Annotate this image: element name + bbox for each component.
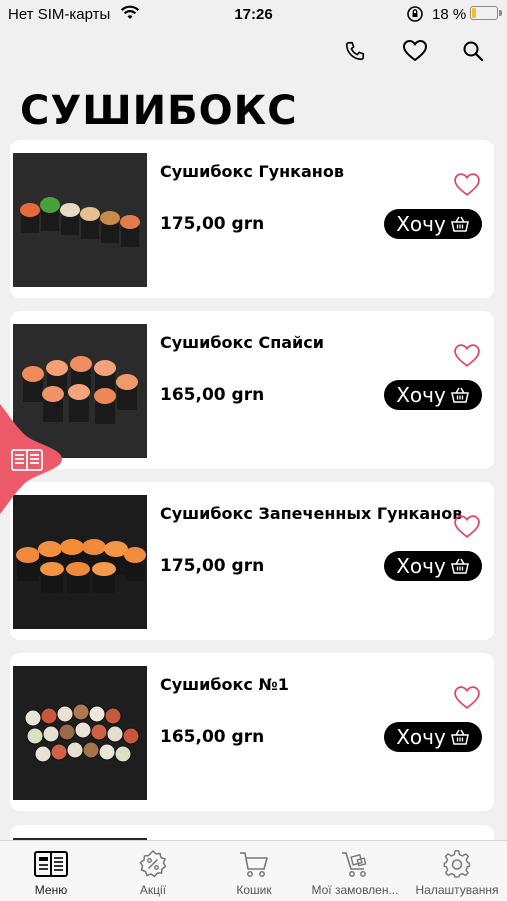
gear-icon	[442, 848, 472, 880]
tab-promotions-label: Акції	[139, 883, 167, 897]
product-price: 175,00 grn	[160, 214, 265, 234]
add-to-cart-button[interactable]: Хочу	[384, 209, 482, 239]
clock: 17:26	[234, 6, 273, 23]
search-button[interactable]	[458, 38, 488, 68]
product-name: Сушибокс Запеченных Гунканов	[160, 504, 463, 523]
favorite-button[interactable]	[452, 343, 482, 369]
bottom-tab-bar: Меню Акції Кошик Мої замовлен... Налашту…	[0, 840, 507, 901]
menu-book-icon	[33, 848, 69, 880]
heart-outline-icon	[454, 344, 480, 367]
product-price: 165,00 grn	[160, 727, 265, 747]
basket-icon	[450, 729, 469, 745]
heart-outline-icon	[454, 686, 480, 709]
status-bar: Нет SIM-карты 17:26 18 %	[0, 0, 507, 30]
add-to-cart-label: Хочу	[396, 212, 446, 236]
favorites-button[interactable]	[400, 38, 430, 68]
discount-badge-icon	[138, 848, 168, 880]
favorite-button[interactable]	[452, 514, 482, 540]
catalog-side-tab[interactable]	[0, 404, 62, 514]
add-to-cart-button[interactable]: Хочу	[384, 380, 482, 410]
add-to-cart-label: Хочу	[396, 554, 446, 578]
product-photo	[13, 666, 147, 800]
phone-icon	[344, 40, 366, 67]
product-name: Сушибокс №1	[160, 675, 289, 694]
tab-menu[interactable]: Меню	[20, 841, 82, 901]
tab-cart[interactable]: Кошик	[222, 841, 286, 901]
product-photo	[13, 153, 147, 287]
heart-outline-icon	[454, 515, 480, 538]
tab-settings-label: Налаштування	[415, 883, 499, 897]
basket-icon	[450, 558, 469, 574]
tab-menu-label: Меню	[34, 883, 68, 897]
favorite-button[interactable]	[452, 685, 482, 711]
add-to-cart-button[interactable]: Хочу	[384, 551, 482, 581]
product-price: 165,00 grn	[160, 385, 265, 405]
basket-icon	[450, 387, 469, 403]
product-photo	[13, 495, 147, 629]
tab-cart-label: Кошик	[236, 883, 272, 897]
add-to-cart-label: Хочу	[396, 725, 446, 749]
product-name: Сушибокс Спайси	[160, 333, 324, 352]
battery-percent: 18 %	[432, 6, 467, 23]
product-card[interactable]: Сушибокс Гунканов 175,00 grn Хочу	[10, 140, 494, 298]
tab-orders[interactable]: Мої замовлен...	[306, 841, 404, 901]
battery-icon	[470, 6, 502, 20]
heart-outline-icon	[454, 173, 480, 196]
tab-promotions[interactable]: Акції	[122, 841, 184, 901]
product-card[interactable]: Сушибокс Спайси 165,00 grn Хочу	[10, 311, 494, 469]
add-to-cart-button[interactable]: Хочу	[384, 722, 482, 752]
basket-icon	[450, 216, 469, 232]
product-card[interactable]: Сушибокс Запеченных Гунканов 175,00 grn …	[10, 482, 494, 640]
product-price: 175,00 grn	[160, 556, 265, 576]
page-title: СУШИБОКС	[20, 88, 298, 134]
add-to-cart-label: Хочу	[396, 383, 446, 407]
cart-icon	[238, 848, 270, 880]
favorite-button[interactable]	[452, 172, 482, 198]
search-icon	[462, 40, 484, 67]
orders-trolley-icon	[339, 848, 371, 880]
rotation-lock-icon	[406, 5, 424, 28]
heart-icon	[402, 39, 428, 68]
product-name: Сушибокс Гунканов	[160, 162, 344, 181]
tab-orders-label: Мої замовлен...	[311, 883, 399, 897]
product-card[interactable]: Сушибокс №1 165,00 grn Хочу	[10, 653, 494, 811]
phone-button[interactable]	[340, 38, 370, 68]
tab-settings[interactable]: Налаштування	[408, 841, 506, 901]
